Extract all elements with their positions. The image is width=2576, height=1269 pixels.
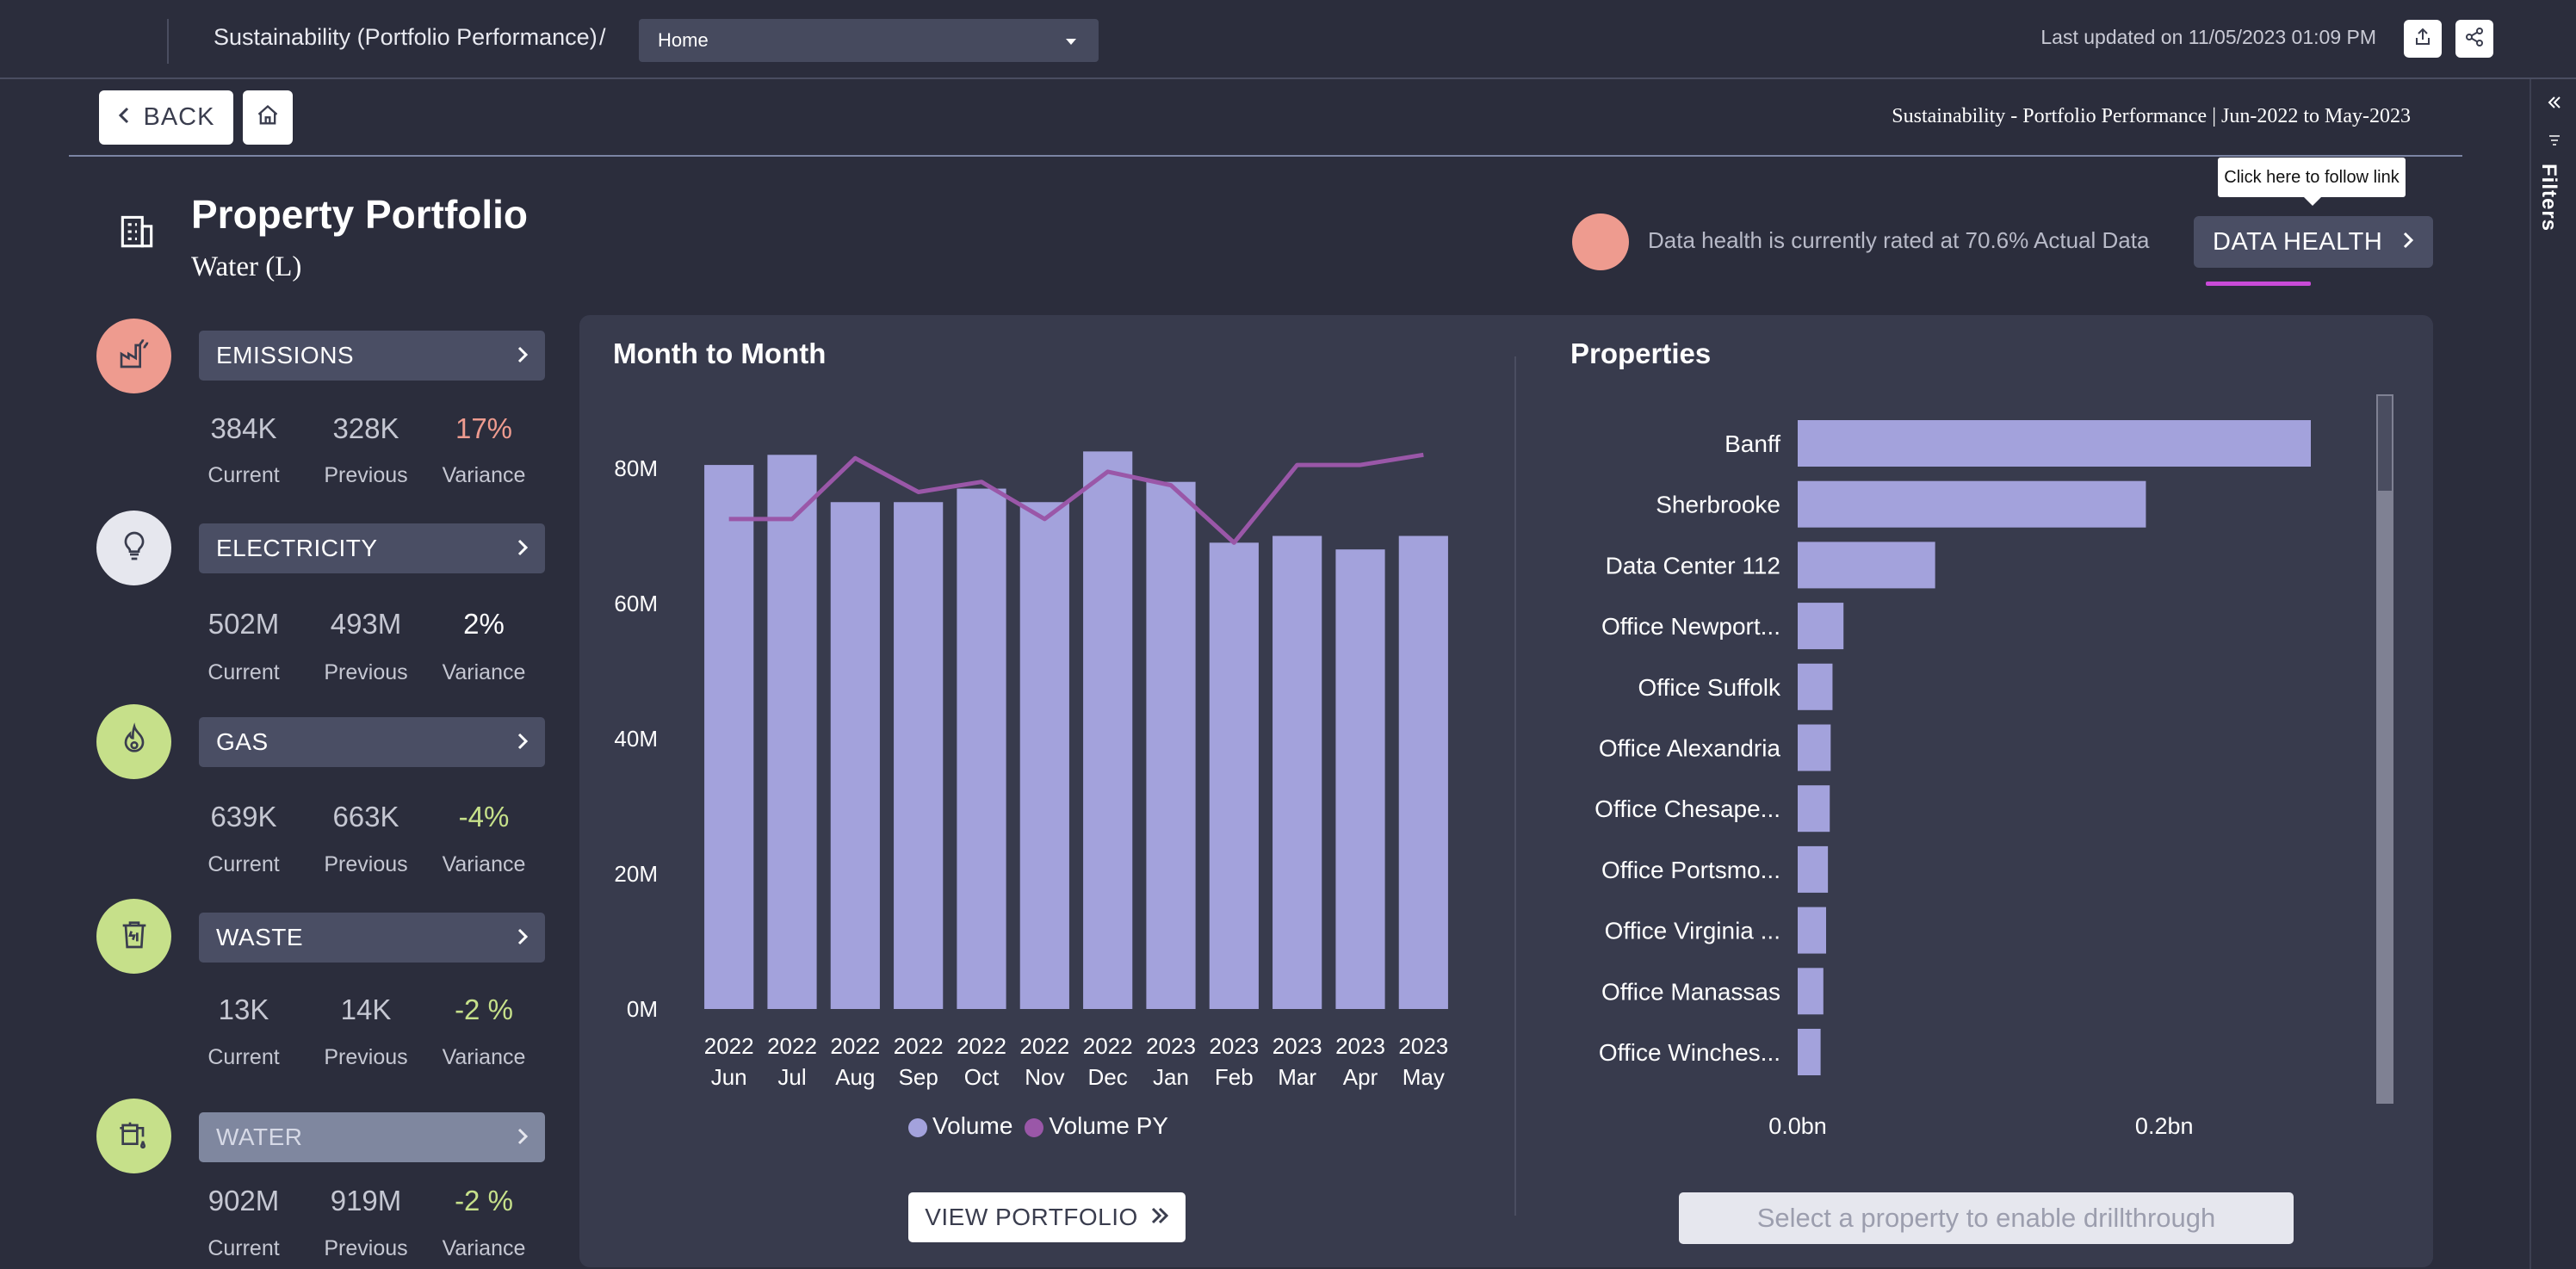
- legend-item-volume[interactable]: Volume: [908, 1112, 1012, 1140]
- x-tick-month: Aug: [835, 1064, 875, 1090]
- bar-volume: [1335, 549, 1385, 1009]
- property-label: Office Winches...: [1599, 1039, 1780, 1066]
- month-to-month-chart[interactable]: 0M 20M 40M 60M 80M 2022 Jun 2022 Jul 2022 Aug 2022 S…: [0, 0, 2576, 1269]
- x-tick-month: Jan: [1153, 1064, 1189, 1090]
- bar-volume: [767, 455, 817, 1009]
- property-label: Data Center 112: [1606, 552, 1780, 579]
- x-tick-year: 2023: [1398, 1033, 1448, 1059]
- view-portfolio-button[interactable]: VIEW PORTFOLIO: [908, 1192, 1186, 1242]
- property-bar: [1798, 907, 1826, 954]
- property-bar: [1798, 785, 1830, 833]
- y-tick-label: 80M: [614, 455, 658, 481]
- legend-swatch: [908, 1117, 927, 1137]
- x-tick-label: 0.0bn: [1768, 1113, 1827, 1139]
- property-label: Office Virginia ...: [1605, 918, 1780, 944]
- y-tick-label: 60M: [614, 591, 658, 616]
- double-chevron-right-icon: [1150, 1204, 1169, 1231]
- x-tick-year: 2022: [894, 1033, 944, 1059]
- x-tick-year: 2022: [957, 1033, 1006, 1059]
- x-tick-month: Sep: [899, 1064, 938, 1090]
- drillthrough-button[interactable]: Select a property to enable drillthrough: [1679, 1192, 2294, 1244]
- property-bar: [1798, 663, 1833, 710]
- bar-volume: [1209, 542, 1259, 1009]
- bar-volume: [894, 502, 944, 1009]
- property-bar: [1798, 845, 1829, 893]
- y-tick-label: 20M: [614, 861, 658, 887]
- property-label: Banff: [1725, 430, 1780, 457]
- property-label: Office Alexandria: [1599, 735, 1781, 762]
- y-tick-label: 0M: [627, 996, 658, 1022]
- bar-volume: [1146, 481, 1196, 1009]
- property-bar: [1798, 603, 1844, 650]
- x-tick-year: 2022: [830, 1033, 880, 1059]
- x-tick-year: 2023: [1335, 1033, 1385, 1059]
- x-tick-year: 2022: [1019, 1033, 1069, 1059]
- x-tick-month: Mar: [1278, 1064, 1316, 1090]
- chart-legend: Volume Volume PY: [908, 1112, 1168, 1140]
- property-label: Sherbrooke: [1656, 492, 1780, 518]
- property-bar: [1798, 542, 1935, 589]
- x-tick-label: 0.2bn: [2135, 1113, 2194, 1139]
- legend-label: Volume PY: [1049, 1112, 1168, 1139]
- property-bar: [1798, 1029, 1821, 1075]
- x-tick-month: Nov: [1025, 1064, 1064, 1090]
- property-bar: [1798, 968, 1824, 1015]
- scrollbar-thumb[interactable]: [2376, 394, 2393, 492]
- bar-volume: [704, 465, 754, 1009]
- legend-item-volume-py[interactable]: Volume PY: [1025, 1112, 1168, 1140]
- property-label: Office Manassas: [1601, 978, 1780, 1005]
- x-tick-month: Feb: [1215, 1064, 1254, 1090]
- x-tick-year: 2022: [704, 1033, 754, 1059]
- x-tick-year: 2023: [1273, 1033, 1322, 1059]
- x-tick-year: 2023: [1146, 1033, 1196, 1059]
- x-tick-year: 2022: [767, 1033, 817, 1059]
- x-tick-month: Apr: [1343, 1064, 1378, 1090]
- bar-volume: [1019, 502, 1069, 1009]
- x-tick-month: May: [1403, 1064, 1445, 1090]
- x-tick-month: Jul: [777, 1064, 806, 1090]
- x-tick-month: Dec: [1088, 1064, 1128, 1090]
- view-portfolio-label: VIEW PORTFOLIO: [925, 1204, 1138, 1230]
- bar-volume: [957, 488, 1006, 1009]
- y-tick-label: 40M: [614, 726, 658, 752]
- x-tick-month: Jun: [711, 1064, 747, 1090]
- bar-volume: [1398, 535, 1448, 1009]
- property-label: Office Chesape...: [1595, 795, 1780, 822]
- property-bar: [1798, 420, 2311, 467]
- bar-volume: [1083, 451, 1133, 1009]
- x-tick-year: 2023: [1209, 1033, 1259, 1059]
- bar-volume: [830, 502, 880, 1009]
- scrollbar-track[interactable]: [2376, 394, 2393, 1104]
- property-label: Office Newport...: [1601, 613, 1780, 640]
- property-bar: [1798, 480, 2146, 528]
- legend-swatch: [1025, 1117, 1044, 1137]
- x-tick-year: 2022: [1083, 1033, 1133, 1059]
- bar-volume: [1273, 535, 1322, 1009]
- x-tick-month: Oct: [964, 1064, 1000, 1090]
- property-label: Office Portsmo...: [1601, 857, 1780, 883]
- drillthrough-label: Select a property to enable drillthrough: [1756, 1203, 2216, 1233]
- property-label: Office Suffolk: [1638, 674, 1781, 701]
- property-bar: [1798, 724, 1831, 771]
- legend-label: Volume: [932, 1112, 1013, 1139]
